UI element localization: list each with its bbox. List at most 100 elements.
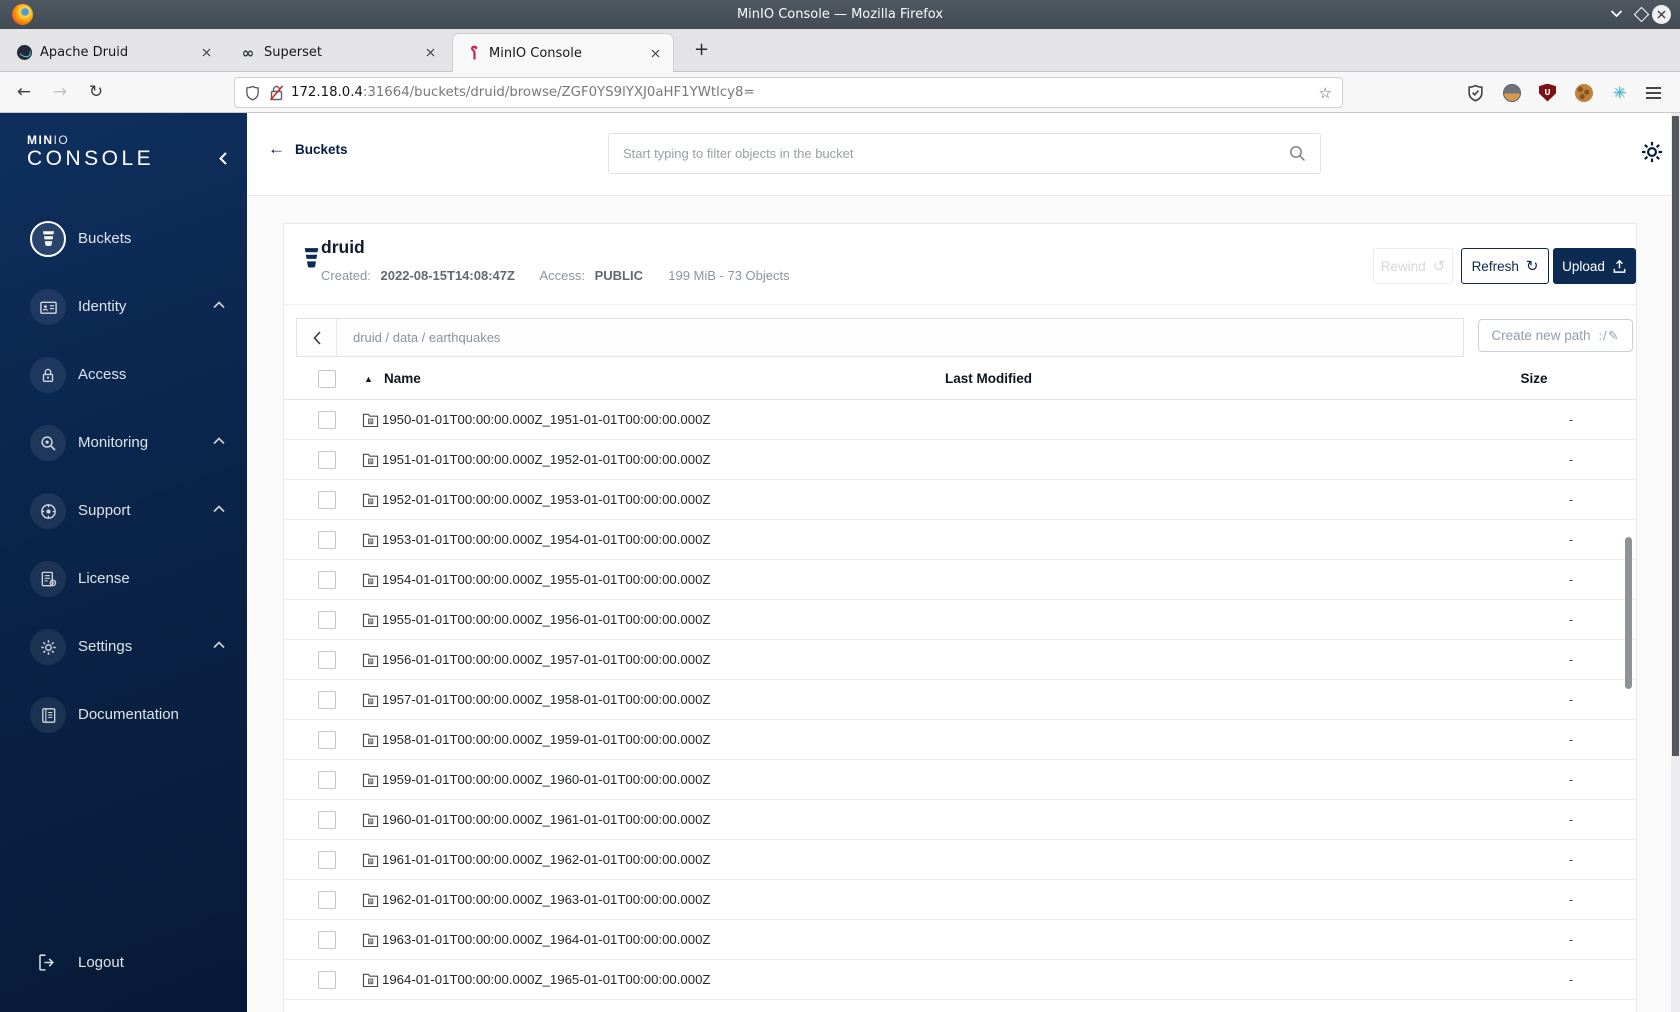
cookie-icon[interactable] — [1573, 82, 1594, 103]
forward-icon[interactable]: → — [46, 72, 74, 112]
sidebar-item-support[interactable]: Support — [0, 493, 247, 529]
row-checkbox[interactable] — [318, 731, 336, 749]
persona-icon[interactable] — [1501, 82, 1522, 103]
chevron-up-icon[interactable] — [212, 504, 226, 514]
lock-broken-icon[interactable] — [270, 85, 283, 101]
row-checkbox[interactable] — [318, 451, 336, 469]
object-size: - — [1568, 812, 1574, 827]
row-checkbox[interactable] — [318, 971, 336, 989]
object-name[interactable]: 1956-01-01T00:00:00.000Z_1957-01-01T00:0… — [382, 640, 710, 680]
row-checkbox[interactable] — [318, 771, 336, 789]
table-row[interactable]: 1954-01-01T00:00:00.000Z_1955-01-01T00:0… — [284, 560, 1636, 600]
table-row[interactable]: 1960-01-01T00:00:00.000Z_1961-01-01T00:0… — [284, 800, 1636, 840]
object-name[interactable]: 1960-01-01T00:00:00.000Z_1961-01-01T00:0… — [382, 800, 710, 840]
shield-icon[interactable] — [245, 85, 260, 101]
rewind-button[interactable]: Rewind ↺ — [1373, 248, 1453, 284]
row-checkbox[interactable] — [318, 611, 336, 629]
collapse-sidebar-icon[interactable] — [218, 151, 228, 166]
row-checkbox[interactable] — [318, 811, 336, 829]
tab-close-icon[interactable] — [647, 45, 663, 61]
browser-tab-apache-druid[interactable]: Apache Druid — [4, 33, 224, 72]
table-row[interactable]: 1953-01-01T00:00:00.000Z_1954-01-01T00:0… — [284, 520, 1636, 560]
object-name[interactable]: 1950-01-01T00:00:00.000Z_1951-01-01T00:0… — [382, 400, 710, 440]
row-checkbox[interactable] — [318, 571, 336, 589]
chevron-up-icon[interactable] — [212, 640, 226, 650]
upload-button[interactable]: Upload — [1553, 248, 1636, 284]
browser-tab-superset[interactable]: ∞ Superset — [228, 33, 448, 72]
sidebar-item-monitoring[interactable]: Monitoring — [0, 425, 247, 461]
table-row[interactable]: 1964-01-01T00:00:00.000Z_1965-01-01T00:0… — [284, 960, 1636, 1000]
bookmark-star-icon[interactable]: ☆ — [1319, 84, 1332, 102]
object-name[interactable]: 1962-01-01T00:00:00.000Z_1963-01-01T00:0… — [382, 880, 710, 920]
chevron-up-icon[interactable] — [212, 436, 226, 446]
tab-close-icon[interactable] — [198, 45, 214, 61]
object-size: - — [1568, 932, 1574, 947]
sidebar-item-buckets[interactable]: Buckets — [0, 221, 247, 257]
table-row[interactable]: 1963-01-01T00:00:00.000Z_1964-01-01T00:0… — [284, 920, 1636, 960]
gear-icon[interactable] — [1639, 139, 1665, 165]
table-row[interactable]: 1951-01-01T00:00:00.000Z_1952-01-01T00:0… — [284, 440, 1636, 480]
table-row[interactable]: 1955-01-01T00:00:00.000Z_1956-01-01T00:0… — [284, 600, 1636, 640]
reload-icon[interactable]: ↻ — [82, 72, 110, 112]
table-row[interactable]: 1956-01-01T00:00:00.000Z_1957-01-01T00:0… — [284, 640, 1636, 680]
sidebar-item-license[interactable]: License — [0, 561, 247, 597]
row-checkbox[interactable] — [318, 851, 336, 869]
url-bar[interactable]: 172.18.0.4:31664/buckets/druid/browse/ZG… — [234, 77, 1343, 108]
row-checkbox[interactable] — [318, 891, 336, 909]
shield-check-icon[interactable] — [1465, 82, 1486, 103]
object-name[interactable]: 1957-01-01T00:00:00.000Z_1958-01-01T00:0… — [382, 680, 710, 720]
refresh-button[interactable]: Refresh ↻ — [1461, 248, 1549, 284]
row-checkbox[interactable] — [318, 651, 336, 669]
search-input[interactable] — [623, 146, 1289, 161]
new-tab-icon[interactable]: + — [688, 37, 715, 64]
table-row[interactable]: 1959-01-01T00:00:00.000Z_1960-01-01T00:0… — [284, 760, 1636, 800]
page-scrollbar[interactable] — [1671, 113, 1680, 1012]
object-name[interactable]: 1959-01-01T00:00:00.000Z_1960-01-01T00:0… — [382, 760, 710, 800]
table-row[interactable]: 1950-01-01T00:00:00.000Z_1951-01-01T00:0… — [284, 400, 1636, 440]
sidebar-item-settings[interactable]: Settings — [0, 629, 247, 665]
close-icon[interactable] — [1652, 5, 1671, 24]
chevron-up-icon[interactable] — [212, 300, 226, 310]
sidebar-item-access[interactable]: Access — [0, 357, 247, 393]
sidebar-item-logout[interactable]: Logout — [0, 945, 247, 981]
row-checkbox[interactable] — [318, 531, 336, 549]
object-name[interactable]: 1953-01-01T00:00:00.000Z_1954-01-01T00:0… — [382, 520, 710, 560]
table-row[interactable]: 1957-01-01T00:00:00.000Z_1958-01-01T00:0… — [284, 680, 1636, 720]
monitoring-icon — [30, 425, 66, 461]
object-name[interactable]: 1958-01-01T00:00:00.000Z_1959-01-01T00:0… — [382, 720, 710, 760]
object-name[interactable]: 1961-01-01T00:00:00.000Z_1962-01-01T00:0… — [382, 840, 710, 880]
object-name[interactable]: 1954-01-01T00:00:00.000Z_1955-01-01T00:0… — [382, 560, 710, 600]
back-to-buckets[interactable]: ← Buckets — [268, 139, 348, 159]
menu-icon[interactable] — [1643, 82, 1664, 103]
ublock-icon[interactable]: U — [1537, 82, 1558, 103]
sidebar-item-documentation[interactable]: Documentation — [0, 697, 247, 733]
sort-asc-icon[interactable]: ▲ — [364, 374, 373, 384]
row-checkbox[interactable] — [318, 931, 336, 949]
sidebar-item-identity[interactable]: Identity — [0, 289, 247, 325]
browser-tab-minio-console[interactable]: MinIO Console — [452, 33, 674, 72]
sparkle-icon[interactable]: ✳ — [1609, 82, 1630, 103]
row-checkbox[interactable] — [318, 491, 336, 509]
table-row[interactable]: 1962-01-01T00:00:00.000Z_1963-01-01T00:0… — [284, 880, 1636, 920]
object-name[interactable]: 1964-01-01T00:00:00.000Z_1965-01-01T00:0… — [382, 960, 710, 1000]
object-name[interactable]: 1951-01-01T00:00:00.000Z_1952-01-01T00:0… — [382, 440, 710, 480]
chevron-down-icon[interactable] — [1610, 9, 1623, 18]
breadcrumb-back-icon[interactable] — [297, 319, 337, 356]
table-scrollbar[interactable] — [1625, 537, 1632, 689]
select-all-checkbox[interactable] — [318, 370, 336, 388]
table-row[interactable]: 1952-01-01T00:00:00.000Z_1953-01-01T00:0… — [284, 480, 1636, 520]
table-row[interactable]: 1958-01-01T00:00:00.000Z_1959-01-01T00:0… — [284, 720, 1636, 760]
object-name[interactable]: 1952-01-01T00:00:00.000Z_1953-01-01T00:0… — [382, 480, 710, 520]
row-checkbox[interactable] — [318, 411, 336, 429]
breadcrumb-path[interactable]: druid / data / earthquakes — [353, 330, 500, 345]
object-name[interactable]: 1955-01-01T00:00:00.000Z_1956-01-01T00:0… — [382, 600, 710, 640]
column-header-name[interactable]: Name — [384, 358, 421, 400]
url-text[interactable]: 172.18.0.4:31664/buckets/druid/browse/ZG… — [291, 85, 755, 100]
create-new-path-button[interactable]: Create new path :/✎ — [1478, 319, 1633, 352]
table-row[interactable]: 1961-01-01T00:00:00.000Z_1962-01-01T00:0… — [284, 840, 1636, 880]
row-checkbox[interactable] — [318, 691, 336, 709]
page-scrollbar-thumb[interactable] — [1672, 116, 1679, 756]
object-name[interactable]: 1963-01-01T00:00:00.000Z_1964-01-01T00:0… — [382, 920, 710, 960]
back-icon[interactable]: ← — [10, 72, 38, 112]
tab-close-icon[interactable] — [422, 45, 438, 61]
